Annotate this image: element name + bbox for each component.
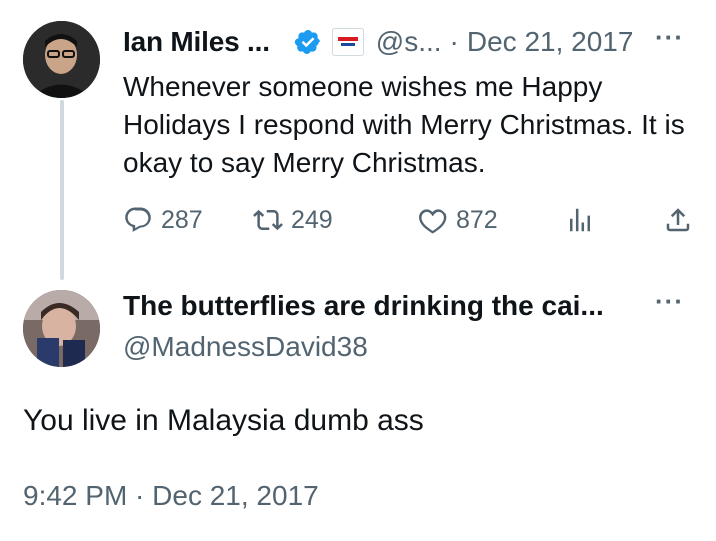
avatar[interactable]	[23, 290, 100, 367]
tweet-actions: 287 249 872	[123, 205, 693, 245]
reply-button[interactable]: 287	[123, 205, 203, 235]
views-button[interactable]	[565, 205, 603, 235]
share-icon	[666, 208, 690, 232]
tweet-text: You live in Malaysia dumb ass	[23, 404, 424, 437]
views-icon	[570, 208, 590, 232]
more-icon[interactable]: ···	[655, 286, 684, 317]
reply-count: 287	[161, 205, 203, 234]
tweet-header: Ian Miles ... @s... · Dec 21, 2017	[123, 22, 633, 62]
handle[interactable]: @s...	[376, 26, 442, 58]
like-button[interactable]: 872	[418, 205, 498, 235]
like-count: 872	[456, 205, 498, 234]
like-icon	[419, 209, 447, 234]
affiliation-badge-icon[interactable]	[331, 28, 364, 56]
avatar[interactable]	[23, 21, 100, 98]
display-name[interactable]: The butterflies are drinking the cai...	[123, 290, 604, 322]
tweet-text: Whenever someone wishes me Happy Holiday…	[123, 71, 685, 178]
share-button[interactable]	[663, 205, 701, 235]
retweet-icon	[253, 209, 283, 231]
thread-connector-line	[60, 100, 64, 280]
more-icon[interactable]: ···	[655, 22, 684, 53]
reply-icon	[125, 207, 151, 232]
retweet-count: 249	[291, 205, 333, 234]
separator-dot: ·	[449, 26, 459, 57]
display-name[interactable]: Ian Miles ...	[123, 26, 270, 58]
verified-icon	[294, 28, 322, 56]
tweet-date[interactable]: Dec 21, 2017	[467, 26, 634, 58]
handle[interactable]: @MadnessDavid38	[123, 331, 368, 363]
tweet-timestamp[interactable]: 9:42 PM · Dec 21, 2017	[23, 480, 319, 512]
retweet-button[interactable]: 249	[253, 205, 333, 235]
